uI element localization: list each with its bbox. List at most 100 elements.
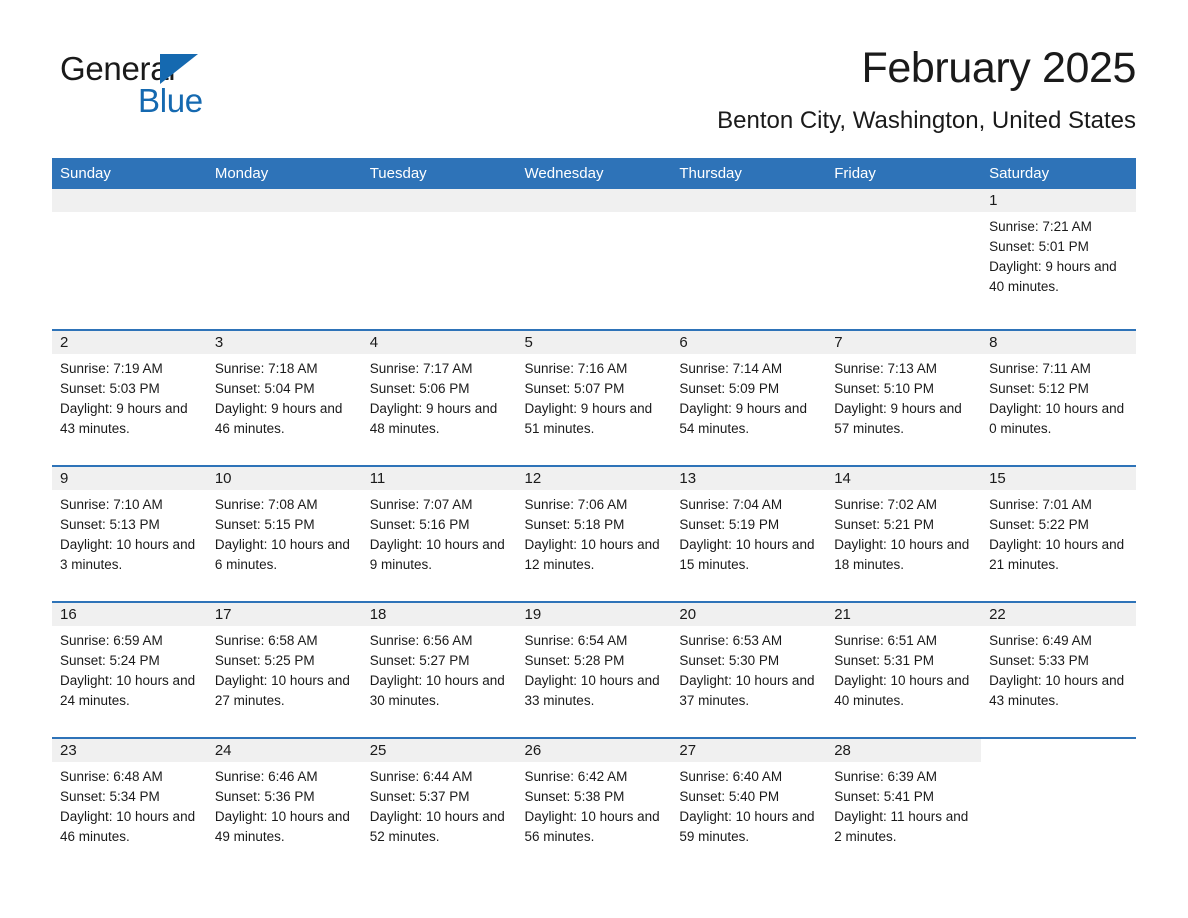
day-details: Sunrise: 7:08 AM Sunset: 5:15 PM Daylight:… (207, 490, 362, 575)
day-cell-inner: 22 Sunrise: 6:49 AM Sunset: 5:33 PM Dayligh… (981, 603, 1136, 737)
day-details: Sunrise: 7:18 AM Sunset: 5:04 PM Daylight:… (207, 354, 362, 439)
day-cell-inner: 28 Sunrise: 6:39 AM Sunset: 5:41 PM Dayligh… (826, 739, 982, 873)
day-details: Sunrise: 6:53 AM Sunset: 5:30 PM Daylight:… (671, 626, 826, 711)
day-number: 25 (361, 739, 517, 762)
calendar-day-cell[interactable]: 19 Sunrise: 6:54 AM Sunset: 5:28 PM Dayligh… (516, 601, 672, 738)
day-details: Sunrise: 6:42 AM Sunset: 5:38 PM Daylight:… (517, 762, 672, 847)
daylight-text: Daylight: 10 hours and 3 minutes. (60, 537, 196, 572)
day-details: Sunrise: 7:06 AM Sunset: 5:18 PM Daylight:… (517, 490, 672, 575)
calendar-table: Sunday Monday Tuesday Wednesday Thursday Frid… (52, 158, 1136, 873)
day-number: 6 (671, 331, 827, 354)
daylight-text: Daylight: 9 hours and 40 minutes. (989, 259, 1117, 294)
sunset-text: Sunset: 5:40 PM (679, 789, 780, 804)
day-details: Sunrise: 6:51 AM Sunset: 5:31 PM Daylight:… (826, 626, 981, 711)
day-cell-inner: 15 Sunrise: 7:01 AM Sunset: 5:22 PM Dayligh… (981, 467, 1136, 601)
sunset-text: Sunset: 5:41 PM (834, 789, 935, 804)
calendar-day-cell[interactable]: 18 Sunrise: 6:56 AM Sunset: 5:27 PM Dayligh… (361, 601, 517, 738)
sunset-text: Sunset: 5:33 PM (989, 653, 1089, 668)
calendar-day-cell[interactable]: 25 Sunrise: 6:44 AM Sunset: 5:37 PM Dayligh… (361, 737, 517, 873)
calendar-day-cell[interactable]: 12 Sunrise: 7:06 AM Sunset: 5:18 PM Dayligh… (516, 465, 672, 602)
daylight-text: Daylight: 10 hours and 6 minutes. (214, 537, 350, 572)
sunset-text: Sunset: 5:30 PM (679, 653, 780, 668)
calendar-week-row: 9 Sunrise: 7:10 AM Sunset: 5:13 PM Daylight… (52, 465, 1136, 602)
day-cell-inner (361, 189, 517, 329)
calendar-day-cell[interactable]: 10 Sunrise: 7:08 AM Sunset: 5:15 PM Dayligh… (206, 465, 362, 602)
sunrise-text: Sunrise: 6:40 AM (679, 769, 783, 784)
calendar-day-cell-empty (516, 189, 672, 330)
day-number: 7 (826, 331, 982, 354)
sunrise-text: Sunrise: 7:07 AM (369, 497, 473, 512)
calendar-day-cell[interactable]: 4 Sunrise: 7:17 AM Sunset: 5:06 PM Daylight… (361, 329, 517, 466)
day-number: 12 (516, 467, 672, 490)
day-details: Sunrise: 6:56 AM Sunset: 5:27 PM Daylight:… (362, 626, 517, 711)
calendar-day-cell[interactable]: 13 Sunrise: 7:04 AM Sunset: 5:19 PM Dayligh… (671, 465, 827, 602)
sunset-text: Sunset: 5:09 PM (679, 381, 780, 396)
sunset-text: Sunset: 5:28 PM (524, 653, 625, 668)
logo-triangle-icon (160, 54, 198, 84)
day-details: Sunrise: 6:58 AM Sunset: 5:25 PM Daylight:… (207, 626, 362, 711)
calendar-day-cell[interactable]: 27 Sunrise: 6:40 AM Sunset: 5:40 PM Dayligh… (671, 737, 827, 873)
sunset-text: Sunset: 5:22 PM (989, 517, 1089, 532)
sunrise-text: Sunrise: 7:10 AM (60, 497, 163, 512)
sunset-text: Sunset: 5:31 PM (834, 653, 935, 668)
daylight-text: Daylight: 10 hours and 46 minutes. (60, 809, 196, 844)
sunrise-text: Sunrise: 7:02 AM (834, 497, 938, 512)
daylight-text: Daylight: 10 hours and 18 minutes. (834, 537, 970, 572)
day-details: Sunrise: 6:59 AM Sunset: 5:24 PM Daylight:… (52, 626, 207, 711)
sunrise-text: Sunrise: 6:53 AM (679, 633, 783, 648)
calendar-day-cell[interactable]: 23 Sunrise: 6:48 AM Sunset: 5:34 PM Dayligh… (52, 737, 207, 873)
calendar-day-cell[interactable]: 7 Sunrise: 7:13 AM Sunset: 5:10 PM Daylight… (826, 329, 982, 466)
calendar-day-cell[interactable]: 9 Sunrise: 7:10 AM Sunset: 5:13 PM Daylight… (52, 465, 207, 602)
day-details: Sunrise: 6:46 AM Sunset: 5:36 PM Daylight:… (207, 762, 362, 847)
sunrise-text: Sunrise: 6:48 AM (60, 769, 163, 784)
calendar-day-cell[interactable]: 17 Sunrise: 6:58 AM Sunset: 5:25 PM Dayligh… (206, 601, 362, 738)
daylight-text: Daylight: 10 hours and 12 minutes. (524, 537, 660, 572)
weekday-header-thursday: Thursday (671, 158, 827, 189)
calendar-day-cell-empty (671, 189, 827, 330)
calendar-day-cell[interactable]: 24 Sunrise: 6:46 AM Sunset: 5:36 PM Dayligh… (206, 737, 362, 873)
calendar-day-cell[interactable]: 11 Sunrise: 7:07 AM Sunset: 5:16 PM Dayligh… (361, 465, 517, 602)
day-cell-inner: 26 Sunrise: 6:42 AM Sunset: 5:38 PM Dayligh… (516, 739, 672, 873)
day-details: Sunrise: 7:13 AM Sunset: 5:10 PM Daylight:… (826, 354, 981, 439)
calendar-day-cell[interactable]: 2 Sunrise: 7:19 AM Sunset: 5:03 PM Daylight… (52, 329, 207, 466)
weekday-header-tuesday: Tuesday (361, 158, 517, 189)
general-blue-logo: General Blue (60, 50, 320, 130)
day-cell-inner: 10 Sunrise: 7:08 AM Sunset: 5:15 PM Dayligh… (206, 467, 362, 601)
calendar-day-cell[interactable]: 8 Sunrise: 7:11 AM Sunset: 5:12 PM Daylight… (981, 329, 1136, 466)
calendar-day-cell[interactable]: 14 Sunrise: 7:02 AM Sunset: 5:21 PM Dayligh… (826, 465, 982, 602)
day-number: 4 (361, 331, 517, 354)
daylight-text: Daylight: 10 hours and 52 minutes. (369, 809, 505, 844)
daylight-text: Daylight: 9 hours and 48 minutes. (369, 401, 498, 436)
daylight-text: Daylight: 10 hours and 21 minutes. (989, 537, 1125, 572)
calendar-day-cell[interactable]: 20 Sunrise: 6:53 AM Sunset: 5:30 PM Dayligh… (671, 601, 827, 738)
calendar-day-cell[interactable]: 3 Sunrise: 7:18 AM Sunset: 5:04 PM Daylight… (206, 329, 362, 466)
day-details: Sunrise: 7:14 AM Sunset: 5:09 PM Daylight:… (671, 354, 826, 439)
sunrise-text: Sunrise: 6:39 AM (834, 769, 938, 784)
sunset-text: Sunset: 5:24 PM (60, 653, 160, 668)
calendar-day-cell[interactable]: 28 Sunrise: 6:39 AM Sunset: 5:41 PM Dayligh… (826, 737, 982, 873)
day-number (361, 189, 517, 212)
day-details: Sunrise: 7:21 AM Sunset: 5:01 PM Daylight:… (981, 212, 1136, 297)
calendar-day-cell[interactable]: 21 Sunrise: 6:51 AM Sunset: 5:31 PM Dayligh… (826, 601, 982, 738)
day-number: 13 (671, 467, 827, 490)
calendar-day-cell[interactable]: 22 Sunrise: 6:49 AM Sunset: 5:33 PM Dayligh… (981, 601, 1136, 738)
day-cell-inner: 24 Sunrise: 6:46 AM Sunset: 5:36 PM Dayligh… (206, 739, 362, 873)
calendar-day-cell[interactable]: 6 Sunrise: 7:14 AM Sunset: 5:09 PM Daylight… (671, 329, 827, 466)
calendar-day-cell[interactable]: 1 Sunrise: 7:21 AM Sunset: 5:01 PM Daylight… (981, 189, 1136, 330)
sunrise-text: Sunrise: 7:13 AM (834, 361, 938, 376)
day-cell-inner: 23 Sunrise: 6:48 AM Sunset: 5:34 PM Dayligh… (52, 739, 207, 873)
page-title: February 2025 (861, 44, 1137, 92)
day-number: 16 (52, 603, 207, 626)
day-number: 5 (516, 331, 672, 354)
day-details: Sunrise: 7:11 AM Sunset: 5:12 PM Daylight:… (981, 354, 1136, 439)
calendar-day-cell[interactable]: 15 Sunrise: 7:01 AM Sunset: 5:22 PM Dayligh… (981, 465, 1136, 602)
location-subtitle: Benton City, Washington, United States (717, 107, 1136, 134)
calendar-day-cell[interactable]: 16 Sunrise: 6:59 AM Sunset: 5:24 PM Dayligh… (52, 601, 207, 738)
day-cell-inner: 8 Sunrise: 7:11 AM Sunset: 5:12 PM Daylight… (981, 331, 1136, 465)
calendar-day-cell[interactable]: 26 Sunrise: 6:42 AM Sunset: 5:38 PM Dayligh… (516, 737, 672, 873)
sunset-text: Sunset: 5:37 PM (369, 789, 470, 804)
day-details: Sunrise: 6:49 AM Sunset: 5:33 PM Daylight:… (981, 626, 1136, 711)
day-cell-inner: 25 Sunrise: 6:44 AM Sunset: 5:37 PM Dayligh… (361, 739, 517, 873)
day-number: 19 (516, 603, 672, 626)
calendar-day-cell[interactable]: 5 Sunrise: 7:16 AM Sunset: 5:07 PM Daylight… (516, 329, 672, 466)
